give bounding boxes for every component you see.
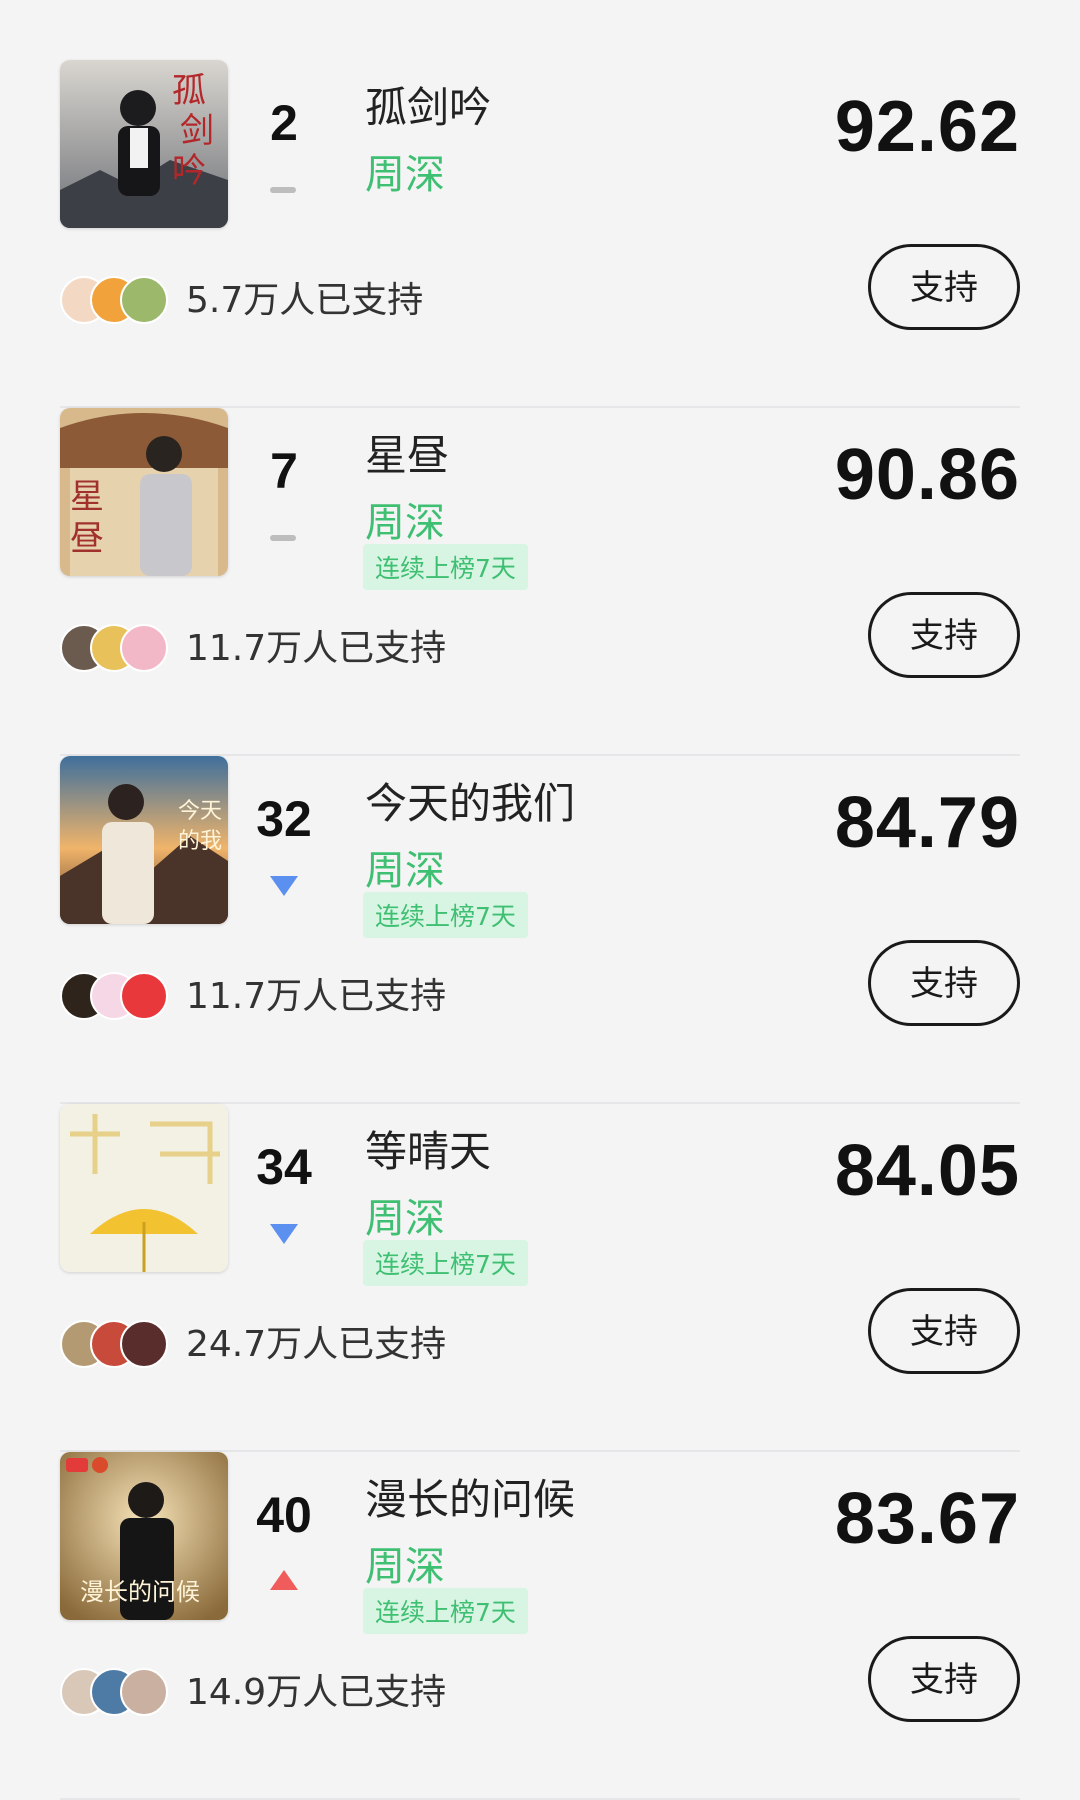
- svg-text:昼: 昼: [70, 519, 104, 559]
- song-title[interactable]: 今天的我们: [365, 770, 575, 831]
- song-title[interactable]: 漫长的问候: [365, 1466, 575, 1527]
- streak-badge: 连续上榜7天: [363, 1240, 528, 1286]
- rank-number: 32: [256, 791, 312, 847]
- chart-entry[interactable]: 孤 剑 吟 2 孤剑吟 周深 92.62 5.7万人已支持 支持: [60, 60, 1020, 408]
- avatar: [120, 276, 168, 324]
- trend-flat-icon: [268, 526, 300, 548]
- artist-name[interactable]: 周深: [365, 142, 445, 200]
- svg-text:星: 星: [70, 477, 104, 517]
- song-title[interactable]: 星昼: [365, 422, 449, 483]
- rank-number: 7: [270, 443, 298, 499]
- trend-flat-icon: [268, 178, 300, 200]
- support-button[interactable]: 支持: [868, 592, 1020, 678]
- chart-list: 孤 剑 吟 2 孤剑吟 周深 92.62 5.7万人已支持 支持 星 昼 7 星…: [0, 0, 1080, 1800]
- song-title[interactable]: 孤剑吟: [365, 74, 491, 135]
- streak-badge: 连续上榜7天: [363, 1588, 528, 1634]
- score: 92.62: [834, 87, 1020, 167]
- support-button[interactable]: 支持: [868, 940, 1020, 1026]
- chart-entry[interactable]: 今天 的我 32 今天的我们 周深 连续上榜7天 84.79 11.7万人已支持…: [60, 756, 1020, 1104]
- score: 90.86: [834, 435, 1020, 515]
- svg-text:孤: 孤: [172, 71, 206, 111]
- artist-name[interactable]: 周深: [365, 490, 445, 548]
- album-cover[interactable]: [60, 1104, 228, 1272]
- rank-number: 34: [256, 1139, 312, 1195]
- trend-up-icon: [268, 1570, 300, 1592]
- avatar: [120, 1668, 168, 1716]
- rank-number: 2: [270, 95, 298, 151]
- support-count: 11.7万人已支持: [186, 976, 447, 1017]
- avatar: [120, 624, 168, 672]
- avatar: [120, 972, 168, 1020]
- streak-badge: 连续上榜7天: [363, 892, 528, 938]
- svg-text:漫长的问候: 漫长的问候: [80, 1578, 200, 1606]
- album-cover[interactable]: 星 昼: [60, 408, 228, 576]
- chart-entry[interactable]: 34 等晴天 周深 连续上榜7天 84.05 24.7万人已支持 支持: [60, 1104, 1020, 1452]
- support-count: 5.7万人已支持: [186, 280, 424, 321]
- svg-text:今天: 今天: [178, 799, 222, 824]
- album-cover-art-icon: 星 昼: [60, 408, 228, 576]
- support-button[interactable]: 支持: [868, 244, 1020, 330]
- song-title[interactable]: 等晴天: [365, 1118, 491, 1179]
- support-button[interactable]: 支持: [868, 1288, 1020, 1374]
- album-cover-art-icon: 孤 剑 吟: [60, 60, 228, 228]
- artist-name[interactable]: 周深: [365, 838, 445, 896]
- svg-text:剑: 剑: [180, 111, 214, 151]
- trend-down-icon: [268, 1222, 300, 1244]
- artist-name[interactable]: 周深: [365, 1186, 445, 1244]
- artist-name[interactable]: 周深: [365, 1534, 445, 1592]
- score: 84.79: [834, 783, 1020, 863]
- album-cover-art-icon: 漫长的问候: [60, 1452, 228, 1620]
- score: 83.67: [834, 1479, 1020, 1559]
- support-count: 11.7万人已支持: [186, 628, 447, 669]
- streak-badge: 连续上榜7天: [363, 544, 528, 590]
- album-cover[interactable]: 孤 剑 吟: [60, 60, 228, 228]
- support-count: 24.7万人已支持: [186, 1324, 447, 1365]
- svg-text:吟: 吟: [172, 151, 206, 191]
- trend-down-icon: [268, 874, 300, 896]
- album-cover[interactable]: 漫长的问候: [60, 1452, 228, 1620]
- album-cover-art-icon: 今天 的我: [60, 756, 228, 924]
- chart-entry[interactable]: 星 昼 7 星昼 周深 连续上榜7天 90.86 11.7万人已支持 支持: [60, 408, 1020, 756]
- support-button[interactable]: 支持: [868, 1636, 1020, 1722]
- avatar: [120, 1320, 168, 1368]
- rank-number: 40: [256, 1487, 312, 1543]
- album-cover[interactable]: 今天 的我: [60, 756, 228, 924]
- support-count: 14.9万人已支持: [186, 1672, 447, 1713]
- album-cover-art-icon: [60, 1104, 228, 1272]
- score: 84.05: [834, 1131, 1020, 1211]
- svg-text:的我: 的我: [178, 829, 222, 854]
- chart-entry[interactable]: 漫长的问候 40 漫长的问候 周深 连续上榜7天 83.67 14.9万人已支持…: [60, 1452, 1020, 1800]
